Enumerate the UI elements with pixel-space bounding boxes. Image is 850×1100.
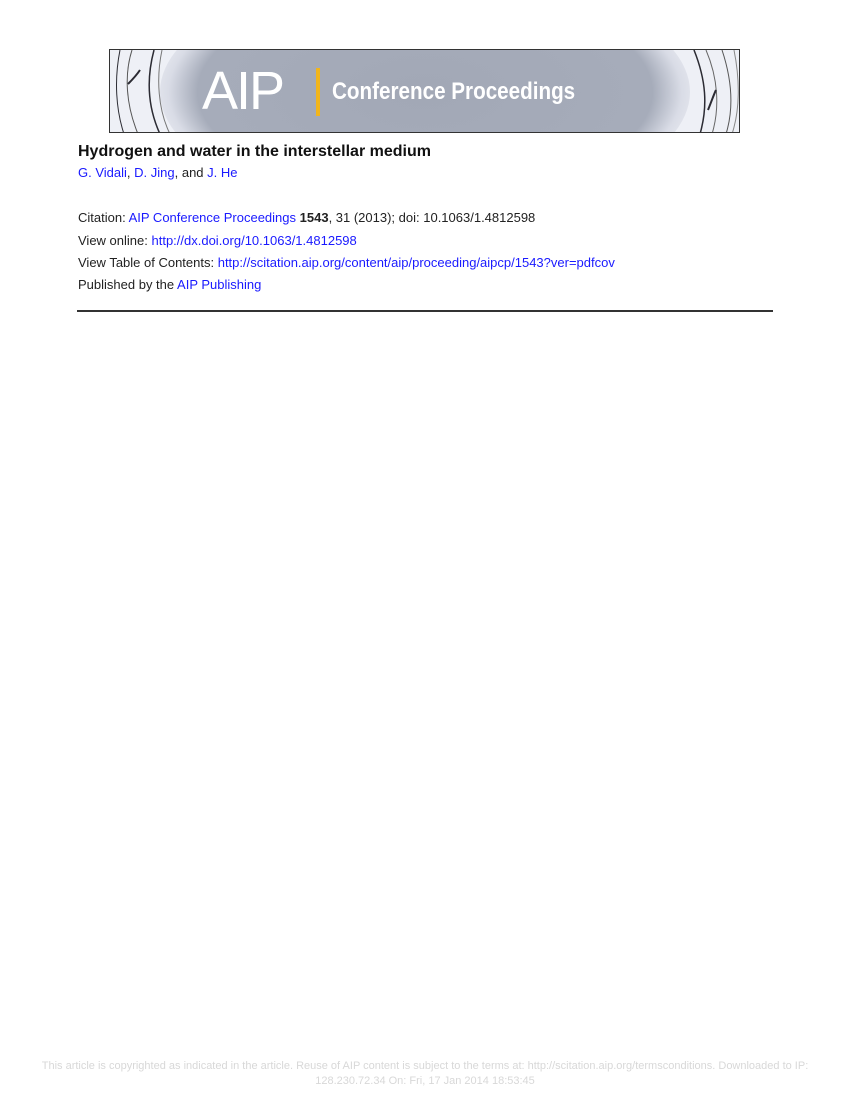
view-online-line: View online: http://dx.doi.org/10.1063/1… [78,233,357,248]
publisher-line: Published by the AIP Publishing [78,277,261,292]
doi-link[interactable]: http://dx.doi.org/10.1063/1.4812598 [151,233,356,248]
journal-link[interactable]: AIP Conference Proceedings [129,210,296,225]
author-link[interactable]: J. He [207,165,237,180]
publisher-link[interactable]: AIP Publishing [177,277,261,292]
citation-line: Citation: AIP Conference Proceedings 154… [78,210,535,225]
banner-subtitle: Conference Proceedings [332,78,576,105]
author-link[interactable]: D. Jing [134,165,174,180]
view-online-label: View online: [78,233,152,248]
toc-label: View Table of Contents: [78,255,218,270]
publisher-label: Published by the [78,277,178,292]
author-separator: , and [174,165,208,180]
aip-conference-proceedings-banner: AIP Conference Proceedings [109,49,740,133]
author-list: G. Vidali, D. Jing, and J. He [78,165,237,180]
copyright-footer: This article is copyrighted as indicated… [0,1059,850,1089]
toc-link[interactable]: http://scitation.aip.org/content/aip/pro… [218,255,615,270]
aip-logo-text: AIP [202,61,285,121]
table-of-contents-line: View Table of Contents: http://scitation… [78,255,615,270]
logo-accent-bar [316,68,320,116]
article-title: Hydrogen and water in the interstellar m… [78,143,431,160]
footer-line-2: 128.230.72.34 On: Fri, 17 Jan 2014 18:53… [315,1075,535,1087]
volume-number: 1543 [299,210,329,225]
citation-label: Citation: [78,210,129,225]
citation-details: , 31 (2013); doi: 10.1063/1.4812598 [328,210,536,225]
footer-line-1: This article is copyrighted as indicated… [41,1060,809,1072]
horizontal-divider [77,310,773,312]
author-link[interactable]: G. Vidali [78,165,127,180]
